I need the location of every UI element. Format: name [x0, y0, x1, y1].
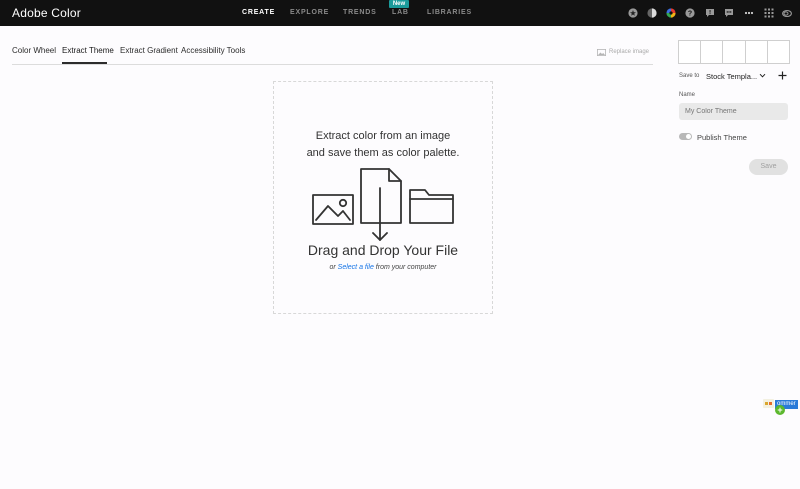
- top-bar: Adobe Color CREATE EXPLORE TRENDS New LA…: [0, 0, 800, 26]
- theme-name-input[interactable]: [679, 103, 788, 120]
- swatch-2[interactable]: [701, 41, 724, 63]
- publish-theme-label: Publish Theme: [697, 133, 747, 142]
- help-icon[interactable]: ?: [685, 8, 695, 18]
- dropzone-instruction-line1: Extract color from an image: [315, 130, 451, 142]
- replace-image-button[interactable]: Replace image: [609, 49, 649, 55]
- creative-cloud-icon[interactable]: [782, 8, 792, 18]
- upload-illustration-icon: [312, 168, 454, 241]
- save-to-label: Save to: [679, 73, 700, 79]
- nav-create[interactable]: CREATE: [242, 9, 275, 16]
- brand-title[interactable]: Adobe Color: [12, 6, 81, 20]
- file-dropzone[interactable]: Extract color from an image and save the…: [273, 81, 493, 314]
- more-icon[interactable]: [744, 8, 754, 18]
- extension-icon[interactable]: [763, 399, 774, 408]
- dropzone-subtext-suffix: from your computer: [373, 264, 437, 271]
- dropzone-instruction-line2: and save them as color palette.: [306, 147, 460, 159]
- color-wheel-icon[interactable]: [666, 8, 676, 18]
- dropzone-title: Drag and Drop Your File: [307, 242, 459, 258]
- chevron-down-icon[interactable]: [759, 72, 766, 79]
- chat-icon[interactable]: [724, 8, 734, 18]
- tab-extract-gradient[interactable]: Extract Gradient: [120, 46, 178, 55]
- swatch-5[interactable]: [767, 41, 790, 63]
- dropzone-subtext: or Select a file from your computer: [274, 264, 492, 271]
- nav-trends[interactable]: TRENDS: [343, 9, 377, 16]
- svg-text:?: ?: [688, 11, 692, 18]
- select-file-link[interactable]: Select a file: [338, 264, 374, 271]
- tab-divider: [12, 64, 653, 65]
- nav-lab[interactable]: LAB: [392, 9, 409, 16]
- add-library-icon[interactable]: [778, 71, 787, 80]
- publish-theme-toggle[interactable]: [679, 133, 692, 140]
- swatch-3[interactable]: [723, 41, 746, 63]
- apps-grid-icon[interactable]: [764, 8, 774, 18]
- contrast-icon[interactable]: [647, 8, 657, 18]
- save-to-dropdown[interactable]: Stock Templa...: [706, 72, 757, 81]
- tab-accessibility-tools[interactable]: Accessibility Tools: [181, 46, 245, 55]
- name-label: Name: [679, 92, 696, 98]
- image-icon: [597, 49, 606, 56]
- extension-add-icon[interactable]: +: [775, 405, 785, 415]
- nav-explore[interactable]: EXPLORE: [290, 9, 329, 16]
- toggle-knob: [686, 134, 691, 139]
- dropzone-subtext-prefix: or: [329, 264, 338, 271]
- nav-libraries[interactable]: LIBRARIES: [427, 9, 472, 16]
- new-badge: New: [389, 0, 409, 8]
- swatch-1[interactable]: [679, 41, 702, 63]
- star-icon[interactable]: [628, 8, 638, 18]
- theme-swatches: [678, 40, 790, 64]
- swatch-4[interactable]: [745, 41, 768, 63]
- save-button[interactable]: Save: [749, 159, 788, 175]
- tab-color-wheel[interactable]: Color Wheel: [12, 46, 56, 55]
- feedback-icon[interactable]: [705, 8, 715, 18]
- tab-extract-theme[interactable]: Extract Theme: [62, 46, 114, 55]
